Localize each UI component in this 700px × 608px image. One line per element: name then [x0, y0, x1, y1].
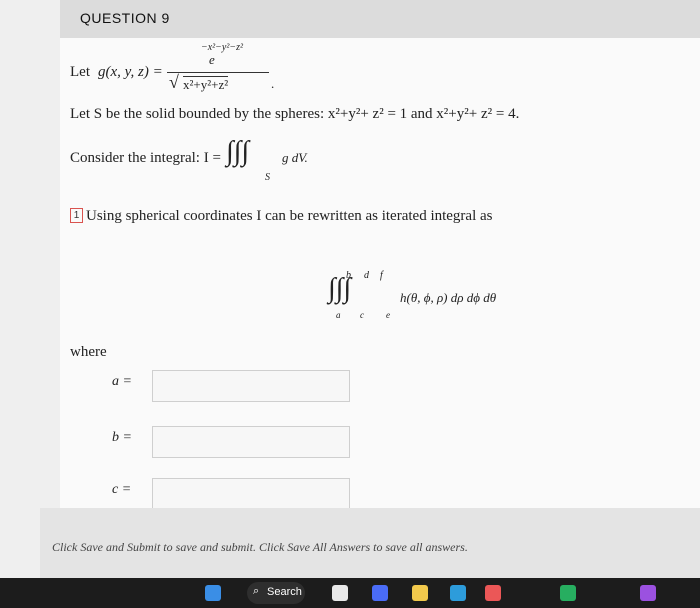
where-label: where: [70, 344, 107, 360]
let-label: Let: [70, 64, 90, 80]
footer-instruction: Click Save and Submit to save and submit…: [52, 540, 468, 554]
upper-limit-f: f: [380, 270, 383, 281]
lower-limit-a: a: [336, 310, 341, 320]
search-icon: ⌕: [253, 585, 260, 597]
g-fraction: e −x²−y²−z² √ x²+y²+z² .: [165, 38, 275, 92]
question-body: Let g(x, y, z) = e −x²−y²−z² √ x²+y²+z² …: [60, 38, 700, 510]
chrome-icon[interactable]: [560, 585, 576, 601]
footer-bar: Click Save and Submit to save and submit…: [40, 508, 700, 578]
sqrt-icon: √: [169, 72, 179, 92]
meet-icon[interactable]: [372, 585, 388, 601]
region-label: S: [265, 172, 270, 183]
part-prompt: Using spherical coordinates I can be rew…: [86, 208, 493, 224]
app-icon[interactable]: [640, 585, 656, 601]
lower-limit-e: e: [386, 310, 390, 320]
field-label-c: c =: [112, 482, 132, 497]
integrand: g dV.: [282, 150, 308, 165]
fraction-numerator: e: [209, 52, 215, 67]
lower-limit-c: c: [360, 310, 364, 320]
part-marker: 1: [70, 208, 83, 223]
field-label-b: b =: [112, 430, 132, 445]
fraction-period: .: [271, 76, 275, 91]
task-view-icon[interactable]: [332, 585, 348, 601]
upper-limit-d: d: [364, 270, 369, 281]
answer-input-c[interactable]: [152, 478, 350, 510]
question-page: QUESTION 9 Let g(x, y, z) = e −x²−y²−z² …: [0, 0, 700, 578]
fraction-denominator: x²+y²+z²: [183, 76, 229, 92]
integral-description: Consider the integral: I =: [70, 150, 221, 166]
iterated-integrand: h(θ, ϕ, ρ) dρ dϕ dθ: [400, 290, 497, 305]
taskbar-search-label: Search: [267, 586, 302, 598]
file-explorer-icon[interactable]: [412, 585, 428, 601]
office-icon[interactable]: [485, 585, 501, 601]
g-definition: g(x, y, z) =: [98, 64, 163, 80]
answer-input-b[interactable]: [152, 426, 350, 458]
answer-input-a[interactable]: [152, 370, 350, 402]
taskbar: ⌕ Search: [0, 578, 700, 608]
edge-icon[interactable]: [450, 585, 466, 601]
taskbar-search-button[interactable]: ⌕ Search: [247, 582, 305, 604]
question-header: QUESTION 9: [60, 0, 700, 39]
left-rail: [0, 0, 60, 578]
windows-start-icon[interactable]: [205, 585, 221, 601]
triple-integral-icon: ∫∫∫: [226, 136, 250, 167]
fraction-bar: [167, 72, 269, 73]
fraction-exponent: −x²−y²−z²: [201, 42, 244, 53]
upper-limit-b: b: [346, 270, 351, 281]
solid-description: Let S be the solid bounded by the sphere…: [70, 106, 520, 122]
field-label-a: a =: [112, 374, 132, 389]
question-title: QUESTION 9: [80, 10, 170, 26]
